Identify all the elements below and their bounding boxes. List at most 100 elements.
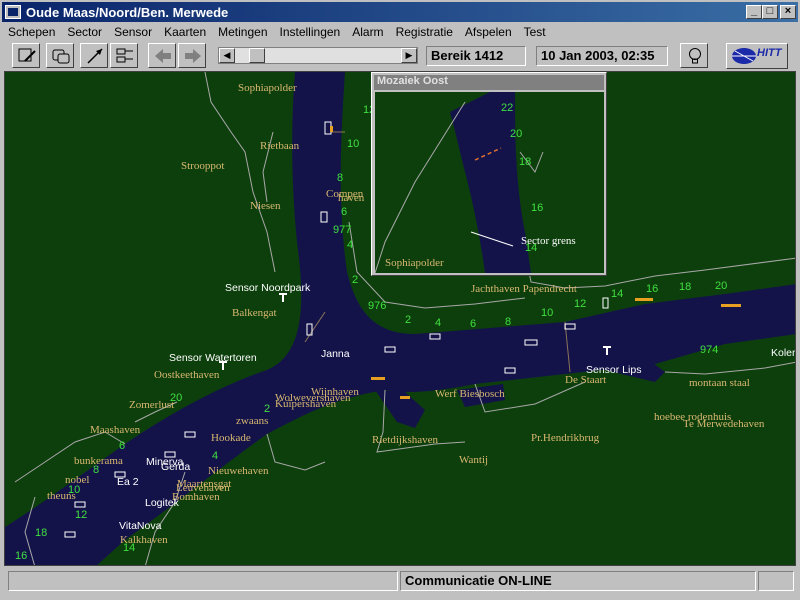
- vessel-label[interactable]: Gerda: [161, 461, 190, 473]
- menu-sector[interactable]: Sector: [61, 23, 108, 41]
- km-marker: 22: [501, 102, 514, 114]
- km-marker: 974: [700, 344, 719, 356]
- km-marker: 2: [405, 314, 412, 326]
- lightbulb-icon: [689, 48, 701, 64]
- vessel-label[interactable]: Logitek: [145, 497, 179, 509]
- menu-alarm[interactable]: Alarm: [346, 23, 389, 41]
- km-marker: 16: [15, 550, 28, 562]
- vessel-label[interactable]: VitaNova: [119, 520, 161, 532]
- km-marker: 6: [470, 318, 477, 330]
- forward-button[interactable]: [178, 43, 206, 68]
- back-button[interactable]: [148, 43, 176, 68]
- menu-instellingen[interactable]: Instellingen: [274, 23, 347, 41]
- place-label: Rietdijkshaven: [372, 434, 438, 446]
- vessel-label[interactable]: Ea 2: [117, 476, 139, 488]
- place-label: haven: [338, 192, 365, 204]
- km-marker: 8: [93, 464, 100, 476]
- place-label: Oostkeethaven: [154, 369, 220, 381]
- km-marker: 14: [123, 542, 136, 554]
- place-label: Rietbaan: [260, 140, 300, 152]
- place-label: Werf Biesbosch: [435, 388, 505, 400]
- status-right-pane: [758, 571, 794, 591]
- menu-schepen[interactable]: Schepen: [2, 23, 61, 41]
- place-label: Pr.Hendrikbrug: [531, 432, 600, 444]
- application-window: Oude Maas/Noord/Ben. Merwede _ □ × Schep…: [0, 0, 800, 600]
- km-marker: 12: [75, 509, 88, 521]
- menu-kaarten[interactable]: Kaarten: [158, 23, 212, 41]
- place-label: Strooppot: [181, 160, 225, 172]
- km-marker: 16: [531, 202, 544, 214]
- km-marker: 976: [368, 300, 387, 312]
- place-label: montaan staal: [689, 377, 750, 389]
- close-button[interactable]: ×: [780, 5, 796, 19]
- layers-tool[interactable]: [110, 43, 138, 68]
- datetime-display: 10 Jan 2003, 02:35: [536, 46, 668, 66]
- place-label: Bomhaven: [172, 491, 220, 503]
- km-marker: 6: [341, 206, 348, 218]
- km-marker: 20: [510, 128, 523, 140]
- time-scrollbar[interactable]: ◀ ▶: [218, 47, 418, 64]
- km-marker: 2: [352, 274, 359, 286]
- km-marker: 10: [347, 138, 360, 150]
- pencil-icon: [18, 48, 36, 62]
- vessel-label[interactable]: Janna: [321, 348, 350, 360]
- place-label: Koler: [771, 347, 796, 359]
- title-bar[interactable]: Oude Maas/Noord/Ben. Merwede _ □ ×: [2, 2, 798, 22]
- scroll-left-button[interactable]: ◀: [219, 48, 235, 63]
- place-label: Zomerlust: [129, 399, 175, 411]
- globe-icon: [732, 48, 756, 64]
- hitt-logo: HITT: [726, 43, 788, 69]
- alarm-light-button[interactable]: [680, 43, 708, 68]
- communication-status: Communicatie ON-LINE: [400, 571, 756, 591]
- km-marker: 18: [35, 527, 48, 539]
- menu-metingen[interactable]: Metingen: [212, 23, 273, 41]
- place-label: zwaans: [236, 415, 269, 427]
- inset-title[interactable]: Mozaiek Oost: [374, 75, 604, 90]
- place-label: Te Merwedehaven: [683, 418, 765, 430]
- windows-icon: [52, 49, 70, 64]
- inset-map[interactable]: 22 20 18 16 14 Sophiapolder Sector grens: [375, 92, 604, 273]
- place-label: Wijnhaven: [311, 386, 359, 398]
- km-marker: 4: [435, 317, 442, 329]
- menu-bar: Schepen Sector Sensor Kaarten Metingen I…: [2, 23, 798, 41]
- km-marker: 6: [119, 440, 126, 452]
- windows-tool[interactable]: [46, 43, 74, 68]
- km-marker: 14: [611, 288, 624, 300]
- range-display: Bereik 1412: [426, 46, 526, 66]
- layers-icon: [116, 48, 133, 63]
- menu-test[interactable]: Test: [518, 23, 552, 41]
- place-label: Balkengat: [232, 307, 277, 319]
- menu-sensor[interactable]: Sensor: [108, 23, 158, 41]
- place-label: Sophiapolder: [238, 82, 297, 94]
- place-label: Niesen: [250, 200, 281, 212]
- km-marker: 10: [541, 307, 554, 319]
- sensor-label[interactable]: Sensor Watertoren: [169, 352, 257, 364]
- km-marker: 18: [519, 156, 532, 168]
- menu-registratie[interactable]: Registratie: [390, 23, 459, 41]
- edit-vessel-tool[interactable]: [12, 43, 40, 68]
- km-marker: 977: [333, 224, 352, 236]
- diagonal-arrow-icon: [87, 48, 103, 64]
- sensor-label[interactable]: Sensor Noordpark: [225, 282, 310, 294]
- toolbar: ◀ ▶ Bereik 1412 10 Jan 2003, 02:35 HITT: [2, 42, 798, 70]
- mozaiek-oost-window[interactable]: Mozaiek Oost 22 20 18 16 14 Sophiapolder…: [371, 72, 607, 276]
- place-label: Hookade: [211, 432, 251, 444]
- km-marker: 20: [170, 392, 183, 404]
- scroll-thumb[interactable]: [249, 48, 265, 63]
- app-icon[interactable]: [5, 5, 21, 19]
- place-label: Maashaven: [90, 424, 141, 436]
- menu-afspelen[interactable]: Afspelen: [459, 23, 518, 41]
- scroll-right-button[interactable]: ▶: [401, 48, 417, 63]
- place-label: Jachthaven Papendrecht: [471, 283, 577, 295]
- place-label: Wantij: [459, 454, 489, 466]
- km-marker: 10: [68, 484, 81, 496]
- hitt-logo-text: HITT: [757, 47, 782, 59]
- km-marker: 4: [212, 450, 219, 462]
- sensor-label[interactable]: Sensor Lips: [586, 364, 641, 376]
- maximize-button[interactable]: □: [762, 5, 778, 19]
- minimize-button[interactable]: _: [746, 5, 762, 19]
- measure-tool[interactable]: [80, 43, 108, 68]
- arrow-left-icon: [155, 49, 171, 63]
- km-marker: 4: [347, 239, 354, 251]
- status-left-pane: [8, 571, 398, 591]
